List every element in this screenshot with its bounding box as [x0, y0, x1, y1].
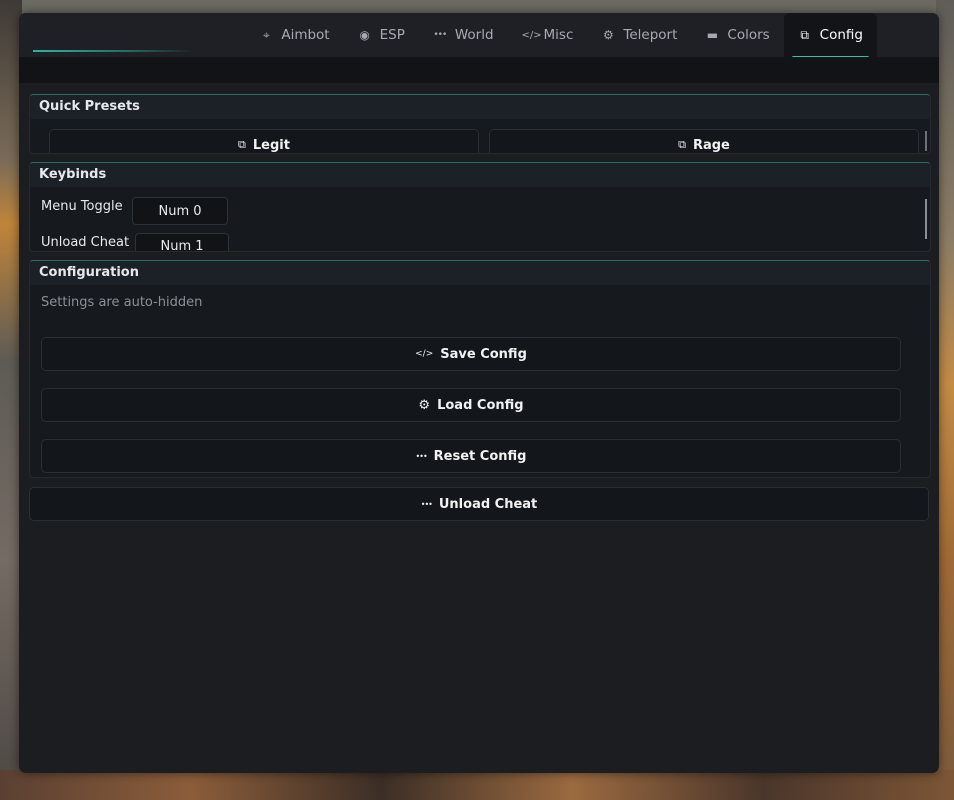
- code-icon: </>: [415, 349, 434, 359]
- eye-icon: ◉: [359, 28, 370, 42]
- dots-icon: •••: [420, 499, 433, 509]
- cheat-menu-window: ⌖ Aimbot ◉ ESP ••• World </> Misc ⚙ Tele…: [19, 13, 939, 773]
- dots-icon: •••: [433, 30, 447, 40]
- section-title: Keybinds: [30, 163, 930, 187]
- section-title: Quick Presets: [30, 95, 930, 119]
- keybind-label-menu-toggle: Menu Toggle: [41, 199, 123, 214]
- header-accent-line: [33, 50, 193, 52]
- tab-label: Config: [819, 27, 863, 43]
- tab-colors[interactable]: ▬ Colors: [691, 13, 783, 57]
- keybind-unload-cheat-button[interactable]: Num 1: [135, 233, 229, 251]
- gear-icon: ⚙: [603, 28, 614, 42]
- copy-icon: ⧉: [678, 138, 686, 151]
- tab-world[interactable]: ••• World: [419, 13, 508, 57]
- tab-config[interactable]: ⧉ Config: [783, 13, 877, 59]
- keybind-label-unload-cheat: Unload Cheat: [41, 235, 130, 250]
- unload-cheat-button[interactable]: ••• Unload Cheat: [29, 487, 929, 521]
- crosshair-icon: ⌖: [262, 27, 270, 42]
- background-game-bottom: [0, 770, 954, 800]
- quick-presets-section: Quick Presets ⧉ Legit ⧉ Rage: [29, 94, 931, 154]
- tab-teleport[interactable]: ⚙ Teleport: [587, 13, 691, 57]
- gear-icon: ⚙: [418, 397, 431, 413]
- button-label: Load Config: [437, 397, 524, 413]
- button-label: Legit: [252, 137, 290, 153]
- sub-toolbar: [19, 57, 939, 83]
- reset-config-button[interactable]: ••• Reset Config: [41, 439, 901, 473]
- keybinds-section: Keybinds Menu Toggle Num 0 Unload Cheat …: [29, 162, 931, 252]
- scrollbar[interactable]: [925, 199, 927, 239]
- code-icon: </>: [521, 29, 542, 41]
- button-label: Reset Config: [433, 448, 527, 464]
- tab-label: Colors: [727, 27, 770, 43]
- copy-icon: ⧉: [800, 27, 809, 42]
- button-label: Rage: [692, 137, 730, 153]
- tab-label: World: [454, 27, 494, 43]
- load-config-button[interactable]: ⚙ Load Config: [41, 388, 901, 422]
- auto-hidden-hint: Settings are auto-hidden: [41, 295, 203, 310]
- keybind-menu-toggle-button[interactable]: Num 0: [132, 197, 228, 225]
- button-label: Save Config: [440, 346, 527, 362]
- section-title: Configuration: [30, 261, 930, 285]
- save-config-button[interactable]: </> Save Config: [41, 337, 901, 371]
- tab-bar: ⌖ Aimbot ◉ ESP ••• World </> Misc ⚙ Tele…: [19, 13, 939, 59]
- scrollbar[interactable]: [925, 131, 927, 151]
- copy-icon: ⧉: [238, 138, 246, 151]
- dots-icon: •••: [415, 451, 428, 461]
- tab-label: ESP: [379, 27, 405, 43]
- tab-esp[interactable]: ◉ ESP: [344, 13, 419, 57]
- tab-aimbot[interactable]: ⌖ Aimbot: [245, 13, 343, 57]
- rage-preset-button[interactable]: ⧉ Rage: [489, 129, 919, 153]
- button-label: Unload Cheat: [438, 496, 538, 512]
- tab-label: Teleport: [623, 27, 678, 43]
- tabs: ⌖ Aimbot ◉ ESP ••• World </> Misc ⚙ Tele…: [245, 13, 877, 59]
- tab-label: Misc: [543, 27, 574, 43]
- configuration-section: Configuration Settings are auto-hidden <…: [29, 260, 931, 478]
- window-icon: ▬: [706, 28, 719, 42]
- tab-misc[interactable]: </> Misc: [508, 13, 588, 57]
- tab-label: Aimbot: [281, 27, 330, 43]
- legit-preset-button[interactable]: ⧉ Legit: [49, 129, 479, 153]
